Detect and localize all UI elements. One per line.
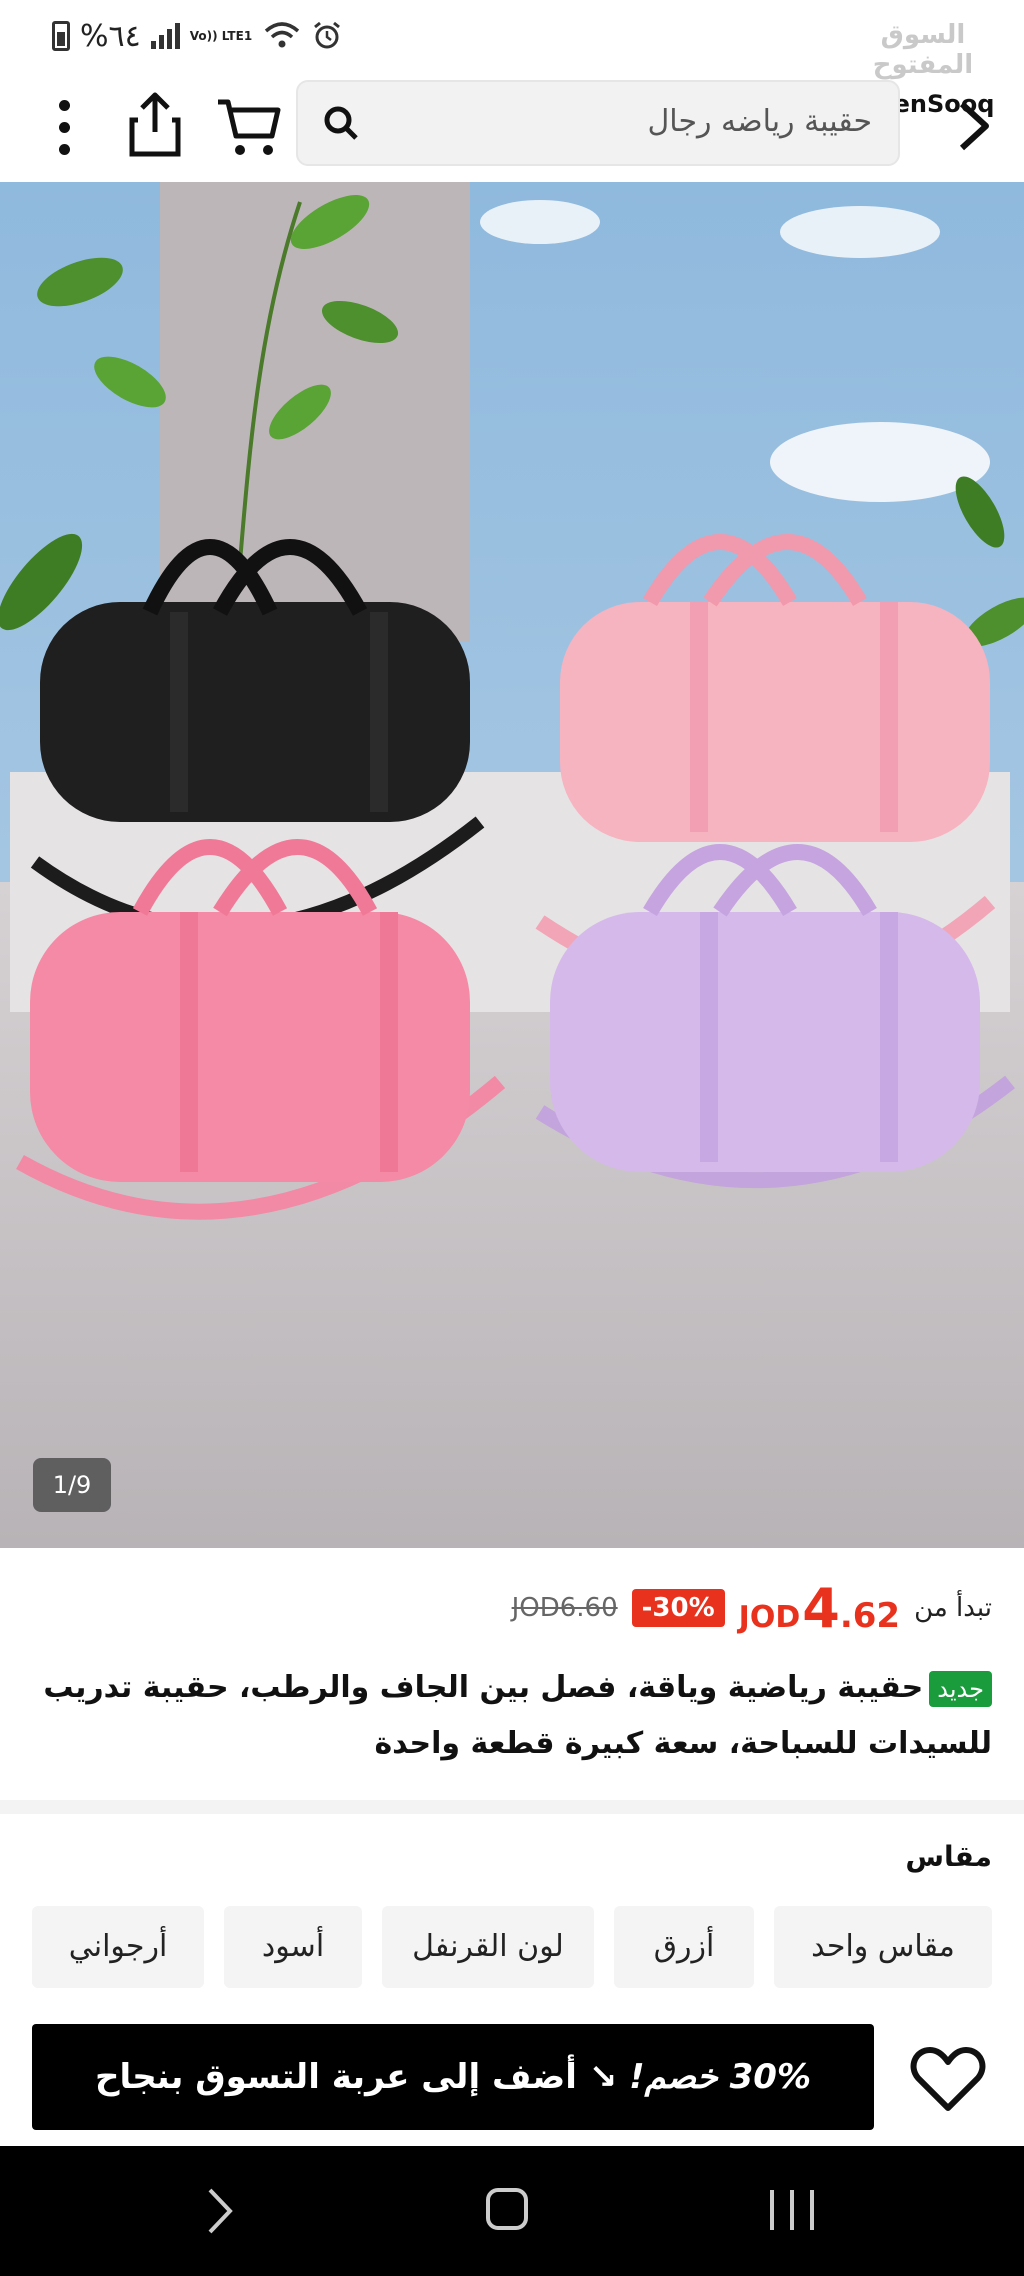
price-from-label: تبدأ من bbox=[914, 1593, 992, 1623]
status-indicators: %٦٤ Vo)) LTE1 bbox=[52, 16, 342, 56]
alarm-icon bbox=[314, 21, 341, 49]
add-to-cart-button[interactable]: 30% خصم! ↘ أضف إلى عربة التسوق بنجاح bbox=[32, 2024, 874, 2130]
share-icon[interactable] bbox=[124, 90, 186, 160]
recent-apps-button[interactable] bbox=[770, 2190, 814, 2230]
add-to-cart-label: أضف إلى عربة التسوق بنجاح bbox=[94, 2057, 577, 2097]
option-purple[interactable]: أرجواني bbox=[32, 1906, 204, 1988]
product-title-text: حقيبة رياضية وياقة، فصل بين الجاف والرطب… bbox=[43, 1670, 992, 1761]
wifi-icon bbox=[265, 22, 300, 48]
cart-icon[interactable] bbox=[214, 94, 284, 160]
product-photo bbox=[0, 182, 1024, 1548]
option-black[interactable]: أسود bbox=[224, 1906, 362, 1988]
battery-icon bbox=[52, 21, 70, 51]
battery-level: %٦٤ bbox=[80, 18, 141, 54]
price-integer: 4 bbox=[802, 1576, 840, 1640]
new-badge: جديد bbox=[929, 1670, 992, 1707]
option-blue[interactable]: أزرق bbox=[614, 1906, 754, 1988]
product-title: جديدحقيبة رياضية وياقة، فصل بين الجاف وا… bbox=[32, 1660, 992, 1772]
option-one-size[interactable]: مقاس واحد bbox=[774, 1906, 992, 1988]
brand-arabic: السوق المفتوح bbox=[872, 20, 974, 80]
chevron-left-icon[interactable] bbox=[200, 2184, 240, 2238]
old-price: JOD6.60 bbox=[511, 1593, 618, 1623]
discount-badge: -30% bbox=[631, 1589, 725, 1627]
option-pink[interactable]: لون القرنفل bbox=[382, 1906, 594, 1988]
product-image[interactable]: 1/9 bbox=[0, 182, 1024, 1548]
search-query: حقيبة رياضه رجال bbox=[647, 104, 873, 139]
signal-icon bbox=[150, 23, 180, 49]
trend-down-icon: ↘ bbox=[588, 2057, 618, 2097]
status-bar: %٦٤ Vo)) LTE1 السوق المفتوح OpenSooq bbox=[0, 0, 1024, 122]
search-icon[interactable] bbox=[320, 102, 364, 146]
heart-icon[interactable] bbox=[910, 2044, 986, 2114]
variant-options: مقاس واحد أزرق لون القرنفل أسود أرجواني bbox=[24, 1906, 992, 1988]
size-label: مقاس bbox=[905, 1840, 992, 1873]
volte-indicator: Vo)) LTE1 bbox=[189, 28, 253, 43]
price-currency: JOD bbox=[738, 1599, 801, 1635]
search-input[interactable]: حقيبة رياضه رجال bbox=[296, 80, 900, 166]
section-divider bbox=[0, 1800, 1024, 1814]
chevron-right-icon[interactable] bbox=[954, 98, 994, 154]
top-nav: حقيبة رياضه رجال bbox=[0, 72, 1024, 182]
more-options-button[interactable] bbox=[40, 94, 88, 160]
bottom-action-bar: 30% خصم! ↘ أضف إلى عربة التسوق بنجاح bbox=[0, 2006, 1024, 2146]
home-button[interactable] bbox=[486, 2188, 528, 2230]
current-price: JOD 4 .62 bbox=[739, 1577, 900, 1640]
price-row: تبدأ من JOD 4 .62 -30% JOD6.60 bbox=[511, 1577, 992, 1640]
promo-text: 30% خصم! bbox=[629, 2057, 812, 2097]
image-counter: 1/9 bbox=[33, 1458, 111, 1512]
system-nav-bar bbox=[0, 2146, 1024, 2276]
price-decimal: .62 bbox=[839, 1595, 901, 1636]
